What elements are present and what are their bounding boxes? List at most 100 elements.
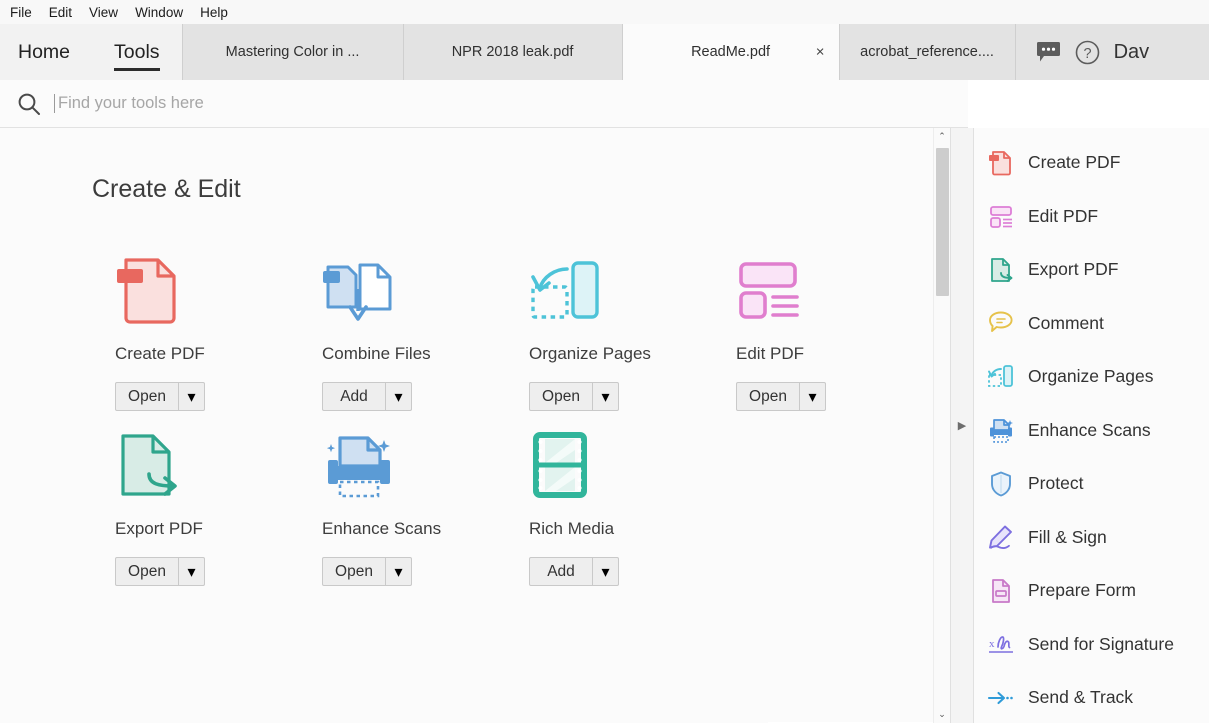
panel-item-edit-pdf[interactable]: Edit PDF: [974, 190, 1209, 244]
panel-item-create-pdf[interactable]: Create PDF: [974, 136, 1209, 190]
scroll-down-icon[interactable]: ⌄: [934, 706, 950, 723]
tool-tile-action-label[interactable]: Open: [323, 558, 386, 585]
comment-bubble-icon[interactable]: [1036, 41, 1061, 63]
document-tab-2-label: NPR 2018 leak.pdf: [451, 44, 574, 60]
panel-item-label: Prepare Form: [1028, 580, 1136, 601]
document-tab-3-label: ReadMe.pdf: [691, 44, 771, 60]
tools-search-bar[interactable]: Find your tools here: [0, 80, 968, 128]
panel-item-prepare-form[interactable]: Prepare Form: [974, 564, 1209, 618]
menu-item-help[interactable]: Help: [200, 5, 228, 20]
nav-tab-tools[interactable]: Tools: [92, 24, 182, 80]
menu-item-file[interactable]: File: [10, 5, 32, 20]
tool-tile-label: Combine Files: [322, 344, 431, 363]
tool-tile-action-label[interactable]: Open: [116, 383, 179, 410]
chevron-down-icon[interactable]: ▾: [800, 383, 825, 410]
right-tool-panel: Create PDF Edit PDF Export PDF Comment O…: [974, 128, 1209, 723]
create-pdf-icon: [95, 252, 302, 328]
tool-tile-rich-media[interactable]: Rich Media Add ▾: [509, 411, 716, 586]
chevron-down-icon[interactable]: ▾: [179, 558, 204, 585]
help-circle-icon[interactable]: ?: [1075, 40, 1100, 65]
svg-text:x: x: [989, 638, 995, 650]
tab-strip: Home Tools Mastering Color in ... NPR 20…: [0, 24, 1209, 80]
tool-tile-organize-pages[interactable]: Organize Pages Open ▾: [509, 236, 716, 411]
panel-item-label: Enhance Scans: [1028, 419, 1151, 440]
tool-tile-label: Create PDF: [115, 344, 205, 363]
search-text-caret: [54, 94, 55, 113]
scrollbar-thumb[interactable]: [936, 148, 949, 296]
panel-item-enhance-scans[interactable]: Enhance Scans: [974, 404, 1209, 458]
panel-item-fill-sign[interactable]: Fill & Sign: [974, 511, 1209, 565]
close-icon[interactable]: ×: [816, 45, 825, 60]
tool-tile-label: Edit PDF: [736, 344, 805, 363]
organize-pages-icon: [988, 364, 1014, 390]
search-icon: [16, 91, 42, 117]
scroll-up-icon[interactable]: ⌃: [934, 128, 950, 145]
tool-tile-action-label[interactable]: Open: [116, 558, 179, 585]
tool-tile-action-button[interactable]: Open ▾: [322, 557, 412, 586]
chevron-down-icon[interactable]: ▾: [179, 383, 204, 410]
prepare-form-icon: [988, 578, 1014, 604]
document-tab-4[interactable]: acrobat_reference....: [838, 24, 1015, 80]
titlebar-right-controls: ? Dav: [1014, 24, 1209, 80]
export-pdf-icon: [95, 427, 302, 503]
menu-item-edit[interactable]: Edit: [49, 5, 72, 20]
tool-tile-label: Enhance Scans: [322, 519, 442, 538]
nav-tab-home[interactable]: Home: [0, 24, 93, 80]
document-tab-4-label: acrobat_reference....: [860, 44, 994, 60]
menu-item-view[interactable]: View: [89, 5, 118, 20]
enhance-scans-icon: [988, 417, 1014, 443]
page-title: Create & Edit: [92, 175, 241, 203]
send-track-arrow-icon: [987, 685, 1014, 711]
body-split: Create & Edit Create PDF Open ▾ Combine …: [0, 128, 1209, 723]
panel-item-label: Fill & Sign: [1028, 526, 1107, 547]
document-tab-2[interactable]: NPR 2018 leak.pdf: [402, 24, 622, 80]
document-tab-3-active[interactable]: ReadMe.pdf ×: [621, 24, 839, 80]
panel-item-label: Create PDF: [1028, 152, 1121, 173]
chevron-down-icon[interactable]: ▾: [593, 558, 618, 585]
panel-item-label: Protect: [1028, 473, 1084, 494]
fill-sign-pen-icon: [988, 524, 1014, 550]
panel-item-label: Export PDF: [1028, 259, 1119, 280]
tool-tile-enhance-scans[interactable]: Enhance Scans Open ▾: [302, 411, 509, 586]
tool-tile-action-label[interactable]: Open: [530, 383, 593, 410]
tool-tile-label: Rich Media: [529, 519, 615, 538]
tool-tile-action-button[interactable]: Open ▾: [736, 382, 826, 411]
collapse-right-triangle-icon[interactable]: ▶: [958, 419, 966, 432]
tool-tile-export-pdf[interactable]: Export PDF Open ▾: [95, 411, 302, 586]
combine-files-icon: [302, 252, 509, 328]
rich-media-icon: [509, 427, 716, 503]
vertical-scrollbar[interactable]: ⌃ ⌄: [933, 128, 950, 723]
tool-tile-action-label[interactable]: Add: [530, 558, 593, 585]
chevron-down-icon[interactable]: ▾: [386, 558, 411, 585]
protect-shield-icon: [988, 471, 1014, 497]
panel-item-send-track[interactable]: Send & Track: [974, 671, 1209, 723]
tool-tile-action-button[interactable]: Open ▾: [115, 557, 205, 586]
panel-item-label: Send for Signature: [1028, 633, 1174, 654]
panel-item-comment[interactable]: Comment: [974, 297, 1209, 351]
tool-tile-action-button[interactable]: Add ▾: [529, 557, 619, 586]
nav-tab-tools-label: Tools: [114, 40, 160, 63]
chevron-down-icon[interactable]: ▾: [593, 383, 618, 410]
send-for-signature-icon: x: [988, 631, 1014, 657]
tool-tile-action-button[interactable]: Open ▾: [115, 382, 205, 411]
panel-item-export-pdf[interactable]: Export PDF: [974, 243, 1209, 297]
chevron-down-icon[interactable]: ▾: [386, 383, 411, 410]
document-tab-1[interactable]: Mastering Color in ...: [181, 24, 403, 80]
tool-tile-create-pdf[interactable]: Create PDF Open ▾: [95, 236, 302, 411]
create-pdf-icon: [988, 150, 1014, 176]
panel-item-protect[interactable]: Protect: [974, 457, 1209, 511]
tool-tile-combine-files[interactable]: Combine Files Add ▾: [302, 236, 509, 411]
tool-tile-action-label[interactable]: Open: [737, 383, 800, 410]
search-input[interactable]: Find your tools here: [58, 94, 204, 113]
menu-item-window[interactable]: Window: [135, 5, 183, 20]
user-name-label[interactable]: Dav: [1114, 41, 1150, 64]
panel-collapse-handle[interactable]: ▶: [950, 128, 974, 723]
document-tab-1-label: Mastering Color in ...: [225, 44, 360, 60]
panel-item-organize-pages[interactable]: Organize Pages: [974, 350, 1209, 404]
tool-tile-action-label[interactable]: Add: [323, 383, 386, 410]
panel-item-send-for-signature[interactable]: x Send for Signature: [974, 618, 1209, 672]
tool-tile-action-button[interactable]: Add ▾: [322, 382, 412, 411]
tool-tile-action-button[interactable]: Open ▾: [529, 382, 619, 411]
organize-pages-icon: [509, 252, 716, 328]
tool-tile-edit-pdf[interactable]: Edit PDF Open ▾: [716, 236, 923, 411]
